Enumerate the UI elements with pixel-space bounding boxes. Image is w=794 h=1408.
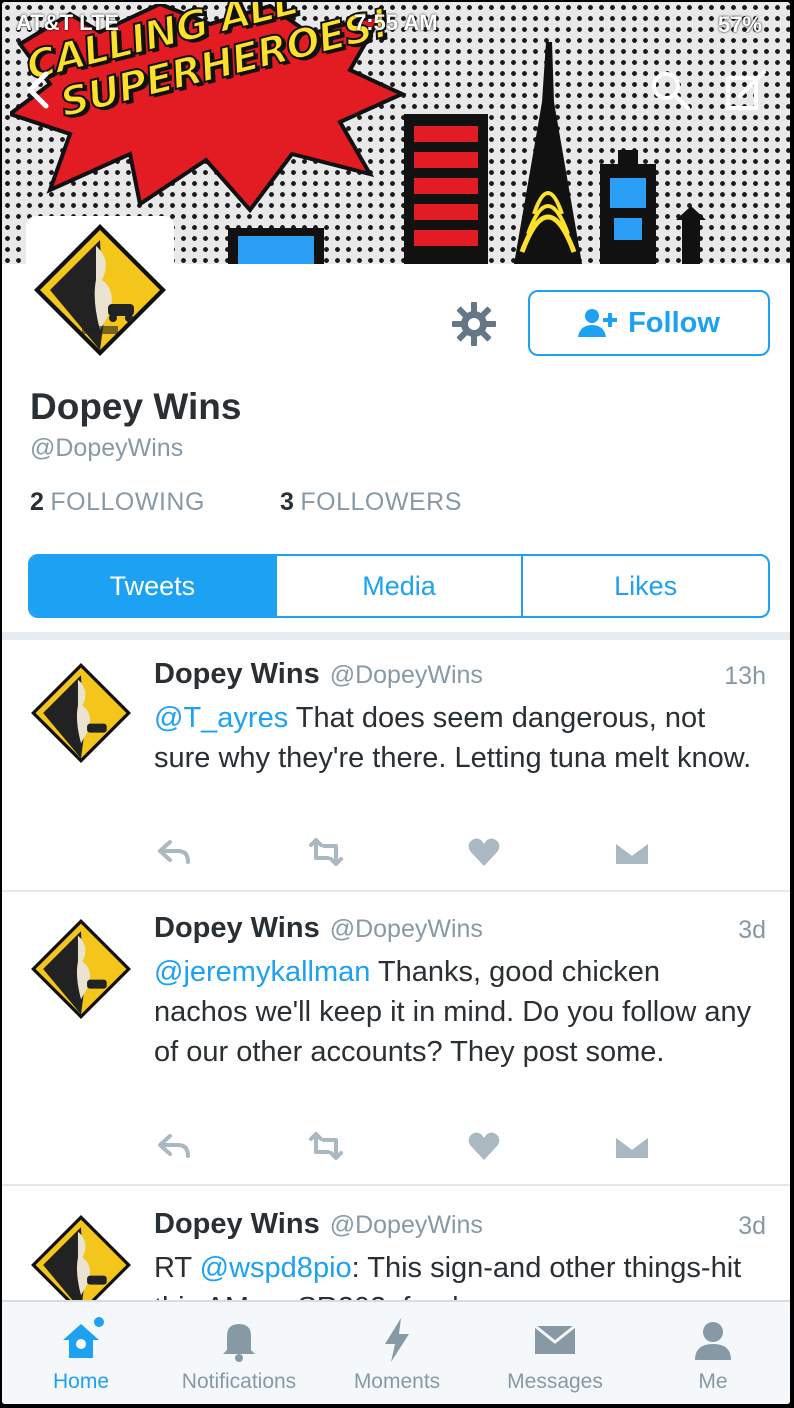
bottom-tab-bar: Home Notifications Moments Messages Me <box>2 1300 790 1404</box>
tweet-item[interactable]: Dopey Wins @DopeyWins 3d @jeremykallman T… <box>2 892 790 1186</box>
caution-sign-avatar-image <box>34 224 166 356</box>
compose-icon[interactable] <box>724 68 768 112</box>
nav-notifications[interactable]: Notifications <box>164 1316 314 1394</box>
tweet-mention-link[interactable]: @T_ayres <box>154 702 288 734</box>
direct-message-icon[interactable] <box>614 836 650 868</box>
tweet-text-prefix: RT <box>154 1252 200 1284</box>
following-stat[interactable]: 2 FOLLOWING <box>30 488 205 517</box>
tweet-author[interactable]: Dopey Wins @DopeyWins <box>154 1208 483 1241</box>
tweet-author[interactable]: Dopey Wins @DopeyWins <box>154 912 483 945</box>
profile-screen: CALLING ALL SUPERHEROES! AT&T LTE 7:55 A… <box>2 2 790 1404</box>
tweet-timestamp: 3d <box>738 1212 766 1240</box>
back-chevron-icon[interactable] <box>18 68 62 112</box>
tweet-author-name: Dopey Wins <box>154 912 320 944</box>
tweet-author-handle: @DopeyWins <box>329 1211 483 1239</box>
status-time: 7:55 AM <box>354 10 438 35</box>
profile-avatar[interactable] <box>26 216 174 364</box>
reply-icon[interactable] <box>156 836 192 868</box>
tweet-item[interactable]: Dopey Wins @DopeyWins 13h @T_ayres That d… <box>2 640 790 892</box>
person-icon <box>695 1322 731 1360</box>
tab-likes[interactable]: Likes <box>523 556 768 616</box>
gear-icon[interactable] <box>450 300 498 348</box>
section-divider <box>2 632 790 640</box>
tweet-actions <box>154 836 674 870</box>
nav-messages[interactable]: Messages <box>480 1316 630 1394</box>
nav-home-label: Home <box>52 1370 110 1393</box>
followers-label: FOLLOWERS <box>300 488 462 516</box>
followers-stat[interactable]: 3 FOLLOWERS <box>280 488 462 517</box>
nav-home[interactable]: Home <box>6 1316 156 1394</box>
tweet-avatar[interactable] <box>28 916 134 1022</box>
tweet-text: @jeremykallman Thanks, good chicken nach… <box>154 952 754 1072</box>
tweet-avatar[interactable] <box>28 660 134 766</box>
nav-me-label: Me <box>698 1370 728 1393</box>
tweet-text: @T_ayres That does seem dangerous, not s… <box>154 698 754 778</box>
tweet-timestamp: 13h <box>724 662 766 690</box>
retweet-icon[interactable] <box>308 1130 344 1162</box>
tweet-author-name: Dopey Wins <box>154 658 320 690</box>
like-heart-icon[interactable] <box>466 836 502 868</box>
tab-tweets[interactable]: Tweets <box>30 556 277 616</box>
carrier-label: AT&T LTE <box>16 10 120 35</box>
following-label: FOLLOWING <box>50 488 205 516</box>
tweet-author-handle: @DopeyWins <box>329 661 483 689</box>
direct-message-icon[interactable] <box>614 1130 650 1162</box>
reply-icon[interactable] <box>156 1130 192 1162</box>
follow-button[interactable]: Follow <box>528 290 770 356</box>
follow-button-label: Follow <box>628 306 720 339</box>
lightning-icon <box>385 1318 409 1362</box>
profile-handle: @DopeyWins <box>30 434 184 462</box>
tweet-item[interactable]: Dopey Wins @DopeyWins 3d RT @wspd8pio: Th… <box>2 1186 790 1306</box>
nav-messages-label: Messages <box>507 1370 603 1393</box>
status-bar: AT&T LTE 7:55 AM 57% <box>2 10 790 38</box>
search-icon[interactable] <box>648 68 692 112</box>
tweet-avatar[interactable] <box>28 1212 134 1306</box>
following-count: 2 <box>30 488 45 516</box>
nav-moments-label: Moments <box>353 1370 441 1393</box>
tab-media[interactable]: Media <box>277 556 524 616</box>
profile-tabs: Tweets Media Likes <box>28 554 770 618</box>
tweet-text: RT @wspd8pio: This sign-and other things… <box>154 1248 754 1306</box>
add-user-icon <box>578 309 618 337</box>
bell-icon <box>223 1324 255 1362</box>
followers-count: 3 <box>280 488 295 516</box>
tweet-mention-link[interactable]: @jeremykallman <box>154 956 370 988</box>
nav-notifications-label: Notifications <box>181 1370 297 1393</box>
nav-me[interactable]: Me <box>638 1316 788 1394</box>
profile-name: Dopey Wins <box>30 386 242 427</box>
tweet-actions <box>154 1130 674 1164</box>
tweet-author-handle: @DopeyWins <box>329 915 483 943</box>
retweet-icon[interactable] <box>308 836 344 868</box>
nav-moments[interactable]: Moments <box>322 1316 472 1394</box>
home-icon <box>63 1317 104 1358</box>
like-heart-icon[interactable] <box>466 1130 502 1162</box>
battery-label: 57% <box>717 12 762 37</box>
envelope-icon <box>534 1324 576 1354</box>
tweet-author-name: Dopey Wins <box>154 1208 320 1240</box>
tweet-mention-link[interactable]: @wspd8pio <box>200 1252 352 1284</box>
tweet-author[interactable]: Dopey Wins @DopeyWins <box>154 658 483 691</box>
tweet-timestamp: 3d <box>738 916 766 944</box>
